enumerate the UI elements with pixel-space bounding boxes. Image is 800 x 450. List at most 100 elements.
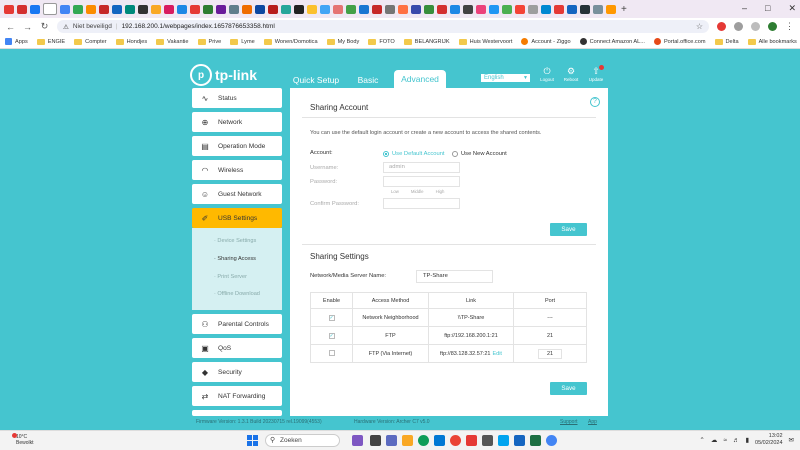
tab-favicon-red5[interactable] [333,4,343,14]
bookmark-apps[interactable]: Apps [5,38,28,45]
extension-puzzle-icon[interactable] [734,22,743,31]
file-explorer-icon[interactable] [402,435,413,446]
tab-favicon-pink[interactable] [164,4,174,14]
tab-favicon-gray4[interactable] [593,4,603,14]
tab-favicon-yellow2[interactable] [307,4,317,14]
profile-avatar[interactable] [768,22,777,31]
tab-favicon-youtube[interactable] [4,4,14,14]
tab-favicon-teal[interactable] [125,4,135,14]
sidebar-item-status[interactable]: ∿ Status [192,88,282,108]
support-link[interactable]: Support [560,419,578,425]
help-icon[interactable]: ? [590,97,600,107]
app-icon-dark[interactable] [482,435,493,446]
back-arrow-icon[interactable]: ← [6,22,15,32]
tab-favicon-red3[interactable] [190,4,200,14]
tab-favicon-yellow[interactable] [151,4,161,14]
start-windows-icon[interactable] [247,435,258,446]
sidebar-item-nat-forwarding[interactable]: ⇄ NAT Forwarding [192,386,282,406]
tab-favicon-blue[interactable] [112,4,122,14]
bookmark-lyme[interactable]: Lyme [230,38,255,45]
enable-checkbox[interactable] [328,349,335,356]
tab-favicon-dark3[interactable] [580,4,590,14]
minimize-button[interactable]: – [742,3,747,14]
radio-new-account[interactable]: Use New Account [452,151,507,157]
bookmark-huis[interactable]: Huis Westervoort [458,38,512,45]
copilot-icon[interactable] [352,435,363,446]
tab-favicon-red7[interactable] [437,4,447,14]
password-field[interactable] [383,176,460,187]
tab-favicon-green2[interactable] [203,4,213,14]
all-bookmarks[interactable]: Alle bookmarks [747,38,797,45]
bookmark-amazon[interactable]: Connect Amazon AL... [579,38,645,45]
battery-icon[interactable]: ▮ [745,436,749,444]
confirm-password-field[interactable] [383,198,460,209]
sidebar-item-parental-controls[interactable]: ⚇ Parental Controls [192,314,282,334]
chrome-active-icon[interactable] [546,435,557,446]
sidebar-item-wireless[interactable]: ◠ Wireless [192,160,282,180]
tab-favicon-orange3[interactable] [398,4,408,14]
port-input[interactable]: 21 [538,348,562,359]
language-select[interactable]: English ▼ [480,73,531,83]
tab-favicon-orange2[interactable] [242,4,252,14]
tab-favicon-google[interactable] [60,4,70,14]
tab-favicon-facebook[interactable] [30,4,40,14]
tab-favicon-orange[interactable] [86,4,96,14]
update-button[interactable]: ⇧ Update [586,65,606,82]
tab-favicon-gray[interactable] [229,4,239,14]
tab-favicon-dark[interactable] [138,4,148,14]
tab-favicon-green5[interactable] [502,4,512,14]
notifications-bell-icon[interactable]: ✉ [789,436,794,444]
save-account-button[interactable]: Save [550,223,587,236]
bookmark-vakantie[interactable]: Vakantie [156,38,189,45]
save-settings-button[interactable]: Save [550,382,587,395]
volume-icon[interactable]: ♬ [733,437,740,444]
sidebar-item-operation-mode[interactable]: ▤ Operation Mode [192,136,282,156]
tab-favicon-orange4[interactable] [606,4,616,14]
tab-favicon-pink2[interactable] [476,4,486,14]
tab-favicon-gray2[interactable] [385,4,395,14]
tab-favicon-red6[interactable] [372,4,382,14]
radio-default-account[interactable]: Use Default Account [383,151,445,157]
sidebar-item-qos[interactable]: ▣ QoS [192,338,282,358]
tab-favicon-black[interactable] [294,4,304,14]
store-icon[interactable] [498,435,509,446]
tab-favicon-blue7[interactable] [450,4,460,14]
extension-icon[interactable] [717,22,726,31]
bookmark-compter[interactable]: Compter [74,38,107,45]
tab-basic[interactable]: Basic [352,72,384,88]
new-tab-button[interactable]: + [621,4,627,15]
tab-favicon-teal2[interactable] [281,4,291,14]
bookmark-wonen[interactable]: Wonen/Domotica [263,38,318,45]
sidebar-item-guest-network[interactable]: ☺ Guest Network [192,184,282,204]
tab-favicon-red4[interactable] [268,4,278,14]
tab-favicon-red[interactable] [17,4,27,14]
bookmark-ziggo[interactable]: Account - Ziggo [521,38,571,45]
tab-favicon-red2[interactable] [99,4,109,14]
bookmark-hondjes[interactable]: Hondjes [115,38,147,45]
clock[interactable]: 13:02 05/02/2024 [755,433,783,447]
tab-favicon-green[interactable] [73,4,83,14]
bookmark-prive[interactable]: Prive [197,38,221,45]
sidebar-panel-icon[interactable] [751,22,760,31]
teams-icon[interactable] [386,435,397,446]
taskbar-search[interactable]: ⚲ Zoeken [265,434,340,447]
tab-advanced[interactable]: Advanced [394,70,446,90]
bookmark-delta[interactable]: Delta [714,38,739,45]
excel-icon[interactable] [530,435,541,446]
submenu-print-server[interactable]: · Print Server [214,274,247,280]
close-window-button[interactable]: ✕ [788,3,796,14]
onedrive-cloud-icon[interactable]: ☁ [711,436,718,444]
app-link[interactable]: App [588,419,597,425]
word-icon[interactable] [514,435,525,446]
tab-favicon-red8[interactable] [515,4,525,14]
sidebar-item-usb-settings[interactable]: ✐ USB Settings [192,208,282,228]
bookmark-office[interactable]: Portal.office.com [653,38,706,45]
bookmark-mybody[interactable]: My Body [326,38,359,45]
tab-favicon-red9[interactable] [554,4,564,14]
acrobat-icon[interactable] [466,435,477,446]
tab-favicon-purple[interactable] [216,4,226,14]
username-field[interactable]: admin [383,162,460,173]
tab-favicon-green4[interactable] [424,4,434,14]
maximize-button[interactable]: □ [765,3,770,14]
enable-checkbox[interactable]: ✓ [328,332,335,339]
